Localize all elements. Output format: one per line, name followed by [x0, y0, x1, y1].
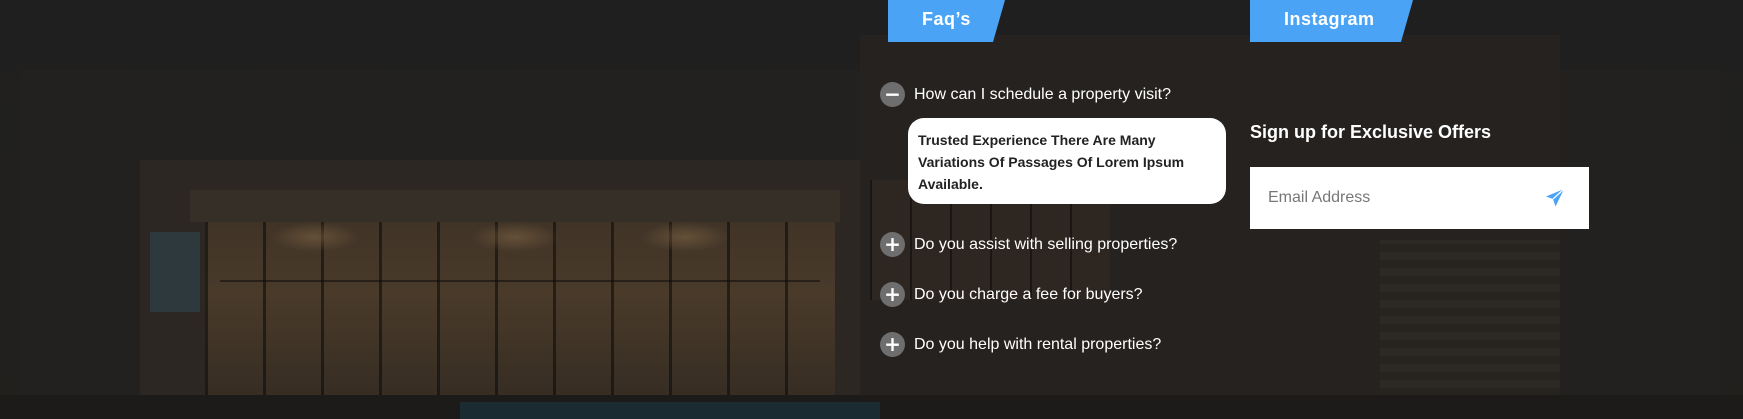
faq-question[interactable]: How can I schedule a property visit?: [914, 86, 1171, 104]
paper-plane-icon[interactable]: [1543, 186, 1567, 210]
email-input[interactable]: [1250, 167, 1530, 229]
minus-icon[interactable]: −: [880, 82, 905, 107]
faq-answer-panel: Trusted Experience There Are Many Variat…: [908, 118, 1226, 204]
faq-heading-tab: Faq’s: [888, 0, 1005, 42]
faq-question[interactable]: Do you assist with selling properties?: [914, 236, 1177, 254]
faq-question[interactable]: Do you help with rental properties?: [914, 336, 1161, 354]
faq-question[interactable]: Do you charge a fee for buyers?: [914, 286, 1143, 304]
faq-item-selling[interactable]: + Do you assist with selling properties?: [880, 232, 1177, 257]
faq-item-schedule-visit[interactable]: − How can I schedule a property visit?: [880, 82, 1171, 107]
faq-item-buyer-fee[interactable]: + Do you charge a fee for buyers?: [880, 282, 1143, 307]
faq-item-rental[interactable]: + Do you help with rental properties?: [880, 332, 1161, 357]
plus-icon[interactable]: +: [880, 282, 905, 307]
newsletter-form: [1250, 167, 1589, 229]
newsletter-title: Sign up for Exclusive Offers: [1250, 122, 1492, 142]
plus-icon[interactable]: +: [880, 232, 905, 257]
instagram-heading-tab: Instagram: [1250, 0, 1413, 42]
plus-icon[interactable]: +: [880, 332, 905, 357]
